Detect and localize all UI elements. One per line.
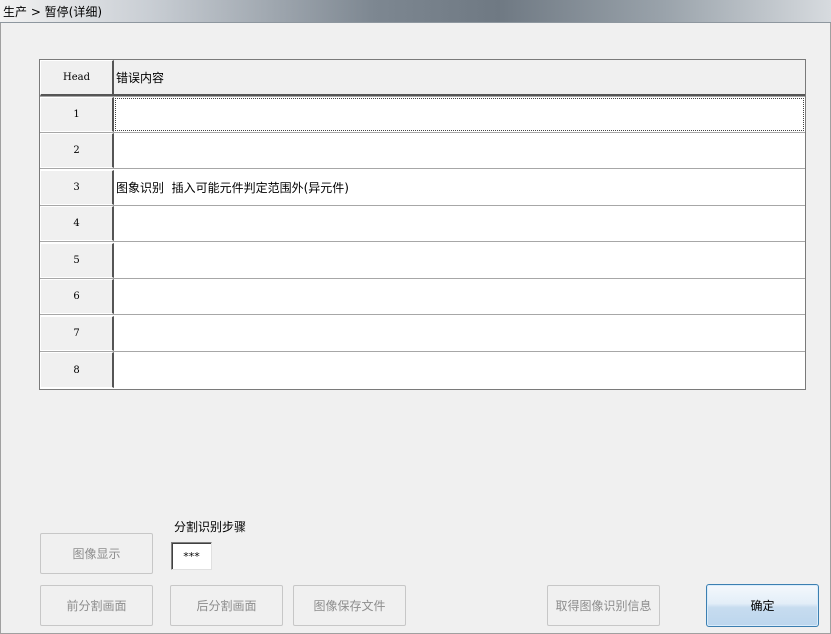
split-step-label: 分割识别步骤	[174, 520, 247, 534]
split-step-value: ***	[171, 542, 212, 570]
grid-row-head: 7	[40, 316, 114, 351]
grid-row-head: 6	[40, 279, 114, 314]
title-bar: 生产 > 暂停(详细)	[0, 0, 831, 23]
grid-row[interactable]: 8	[40, 352, 805, 388]
ok-button[interactable]: 确定	[706, 584, 819, 627]
grid-row[interactable]: 1	[40, 97, 805, 133]
grid-row-content[interactable]	[114, 316, 805, 351]
save-image-button[interactable]: 图像保存文件	[293, 585, 406, 626]
grid-header-head: Head	[40, 60, 114, 96]
grid-row[interactable]: 3 图象识别 插入可能元件判定范围外(异元件)	[40, 170, 805, 206]
image-display-button[interactable]: 图像显示	[40, 533, 153, 574]
grid-row-head: 3	[40, 170, 114, 205]
grid-row-head: 1	[40, 97, 114, 132]
grid-row[interactable]: 4	[40, 206, 805, 242]
grid-header-row: Head 错误内容	[40, 60, 805, 97]
grid-row[interactable]: 7	[40, 316, 805, 352]
grid-row-head: 5	[40, 243, 114, 278]
grid-header-content: 错误内容	[114, 60, 805, 96]
get-recognition-info-button[interactable]: 取得图像识别信息	[547, 585, 660, 626]
grid-row[interactable]: 5	[40, 243, 805, 279]
grid-row-head: 8	[40, 352, 114, 388]
next-split-button[interactable]: 后分割画面	[170, 585, 283, 626]
grid-row-content[interactable]	[114, 97, 805, 132]
dialog-body: Head 错误内容 1 2 3 图象识别 插入可能元件判定范围外(异元件) 4 …	[0, 23, 831, 634]
grid-row-content[interactable]	[114, 279, 805, 314]
prev-split-button[interactable]: 前分割画面	[40, 585, 153, 626]
grid-row[interactable]: 2	[40, 133, 805, 169]
grid-row[interactable]: 6	[40, 279, 805, 315]
grid-row-head: 2	[40, 133, 114, 168]
grid-row-content[interactable]	[114, 206, 805, 241]
window-title: 生产 > 暂停(详细)	[3, 5, 103, 19]
grid-row-content[interactable]	[114, 133, 805, 168]
grid-row-content[interactable]: 图象识别 插入可能元件判定范围外(异元件)	[114, 170, 805, 205]
grid-row-content[interactable]	[114, 352, 805, 388]
grid-row-content[interactable]	[114, 243, 805, 278]
error-grid: Head 错误内容 1 2 3 图象识别 插入可能元件判定范围外(异元件) 4 …	[39, 59, 806, 390]
grid-row-head: 4	[40, 206, 114, 241]
